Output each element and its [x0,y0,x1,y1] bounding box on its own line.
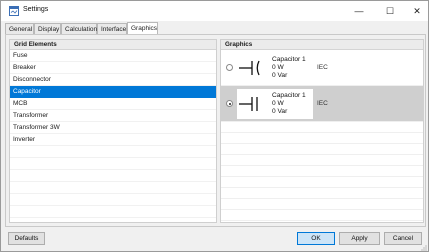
capacitor-curved-plate-icon [239,60,260,76]
settings-app-icon [9,6,19,16]
graphics-header: Graphics [221,40,423,50]
symbol-reactive: 0 Var [272,108,288,115]
symbol-standard: IEC [317,64,328,71]
graphics-options-list: Graphics Capacitor 1 0 W 0 Var IEC Capac… [220,39,424,223]
symbol-preview: Capacitor 1 0 W 0 Var [237,89,313,119]
grid-elements-header: Grid Elements [10,40,216,50]
symbol-name: Capacitor 1 [272,56,306,63]
symbol-reactive: 0 Var [272,72,288,79]
capacitor-parallel-plate-icon [239,97,258,111]
symbol-power: 0 W [272,64,284,71]
settings-window: Settings — ☐ ✕ General Display Calculati… [0,0,429,252]
grid-elements-list: Grid Elements Fuse Breaker Disconnector … [9,39,217,223]
list-item-transformer-3w[interactable]: Transformer 3W [10,122,216,134]
list-empty-row [10,194,216,206]
minimize-icon[interactable]: — [349,4,369,18]
list-item-mcb[interactable]: MCB [10,98,216,110]
graphics-empty-row [221,177,423,188]
graphics-empty-row [221,144,423,155]
list-empty-row [10,158,216,170]
cancel-button[interactable]: Cancel [384,232,422,245]
apply-button[interactable]: Apply [339,232,380,245]
defaults-button[interactable]: Defaults [8,232,45,245]
symbol-preview: Capacitor 1 0 W 0 Var [237,53,313,83]
list-item-inverter[interactable]: Inverter [10,134,216,146]
graphics-empty-row [221,199,423,210]
list-empty-row [10,146,216,158]
close-icon[interactable]: ✕ [407,4,427,18]
symbol-name: Capacitor 1 [272,92,306,99]
list-item-breaker[interactable]: Breaker [10,62,216,74]
graphics-empty-row [221,133,423,144]
resize-grip-icon[interactable] [420,244,427,251]
list-empty-row [10,170,216,182]
window-title: Settings [23,6,49,13]
graphics-option-radio-checked[interactable] [226,100,233,107]
graphics-option-row[interactable]: Capacitor 1 0 W 0 Var IEC [221,50,423,86]
list-empty-row [10,206,216,218]
ok-button[interactable]: OK [297,232,335,245]
maximize-icon[interactable]: ☐ [380,4,400,18]
graphics-empty-row [221,188,423,199]
graphics-empty-row [221,122,423,133]
list-item-fuse[interactable]: Fuse [10,50,216,62]
list-item-transformer[interactable]: Transformer [10,110,216,122]
graphics-option-radio[interactable] [226,64,233,71]
title-bar: Settings — ☐ ✕ [1,1,428,21]
list-empty-row [10,182,216,194]
graphics-option-row-selected[interactable]: Capacitor 1 0 W 0 Var IEC [221,86,423,122]
graphics-empty-row [221,210,423,221]
list-item-capacitor[interactable]: Capacitor [10,86,216,98]
symbol-standard: IEC [317,100,328,107]
symbol-power: 0 W [272,100,284,107]
graphics-tab-panel: Grid Elements Fuse Breaker Disconnector … [5,34,426,227]
graphics-empty-row [221,155,423,166]
graphics-empty-row [221,166,423,177]
list-item-disconnector[interactable]: Disconnector [10,74,216,86]
